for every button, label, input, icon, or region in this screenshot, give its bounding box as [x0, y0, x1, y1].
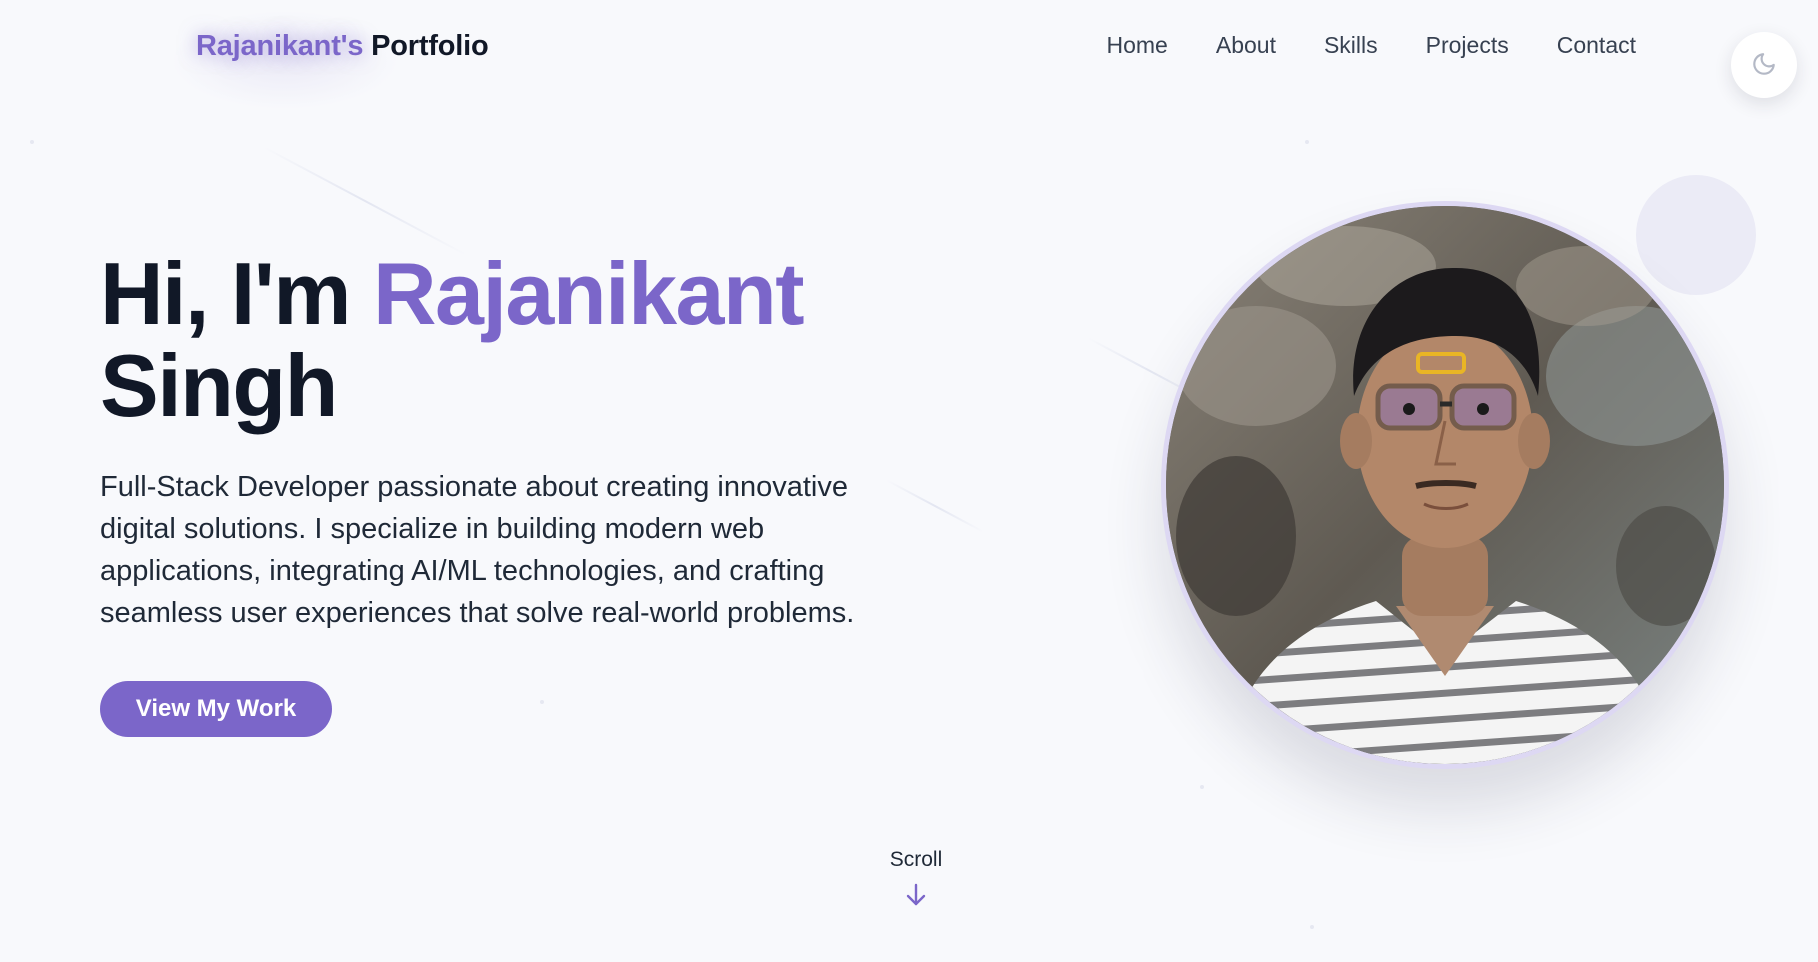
background-streak — [885, 479, 985, 533]
portfolio-page: Rajanikant's Portfolio Home About Skills… — [0, 0, 1818, 962]
hero-last-name: Singh — [100, 336, 338, 435]
background-dot — [30, 140, 34, 144]
background-dot — [1200, 785, 1204, 789]
hero-description: Full-Stack Developer passionate about cr… — [100, 471, 855, 629]
brand-highlight: Rajanikant's — [196, 30, 364, 62]
profile-photo-illustration — [1166, 206, 1724, 764]
profile-photo — [1161, 201, 1729, 769]
background-dot — [1305, 140, 1309, 144]
main-nav: Home About Skills Projects Contact — [1107, 32, 1637, 59]
arrow-down-icon — [904, 882, 928, 908]
background-dot — [540, 700, 544, 704]
nav-contact[interactable]: Contact — [1557, 32, 1636, 59]
scroll-indicator[interactable]: Scroll — [866, 848, 966, 908]
decorative-circle — [1636, 175, 1756, 295]
nav-projects[interactable]: Projects — [1426, 32, 1509, 59]
background-dot — [1310, 925, 1314, 929]
hero-first-name: Rajanikant — [372, 244, 805, 343]
brand-rest: Portfolio — [371, 30, 489, 62]
brand-logo[interactable]: Rajanikant's Portfolio — [196, 30, 489, 63]
moon-icon — [1751, 51, 1777, 80]
nav-about[interactable]: About — [1216, 32, 1276, 59]
nav-skills[interactable]: Skills — [1324, 32, 1378, 59]
theme-toggle-button[interactable] — [1731, 32, 1797, 98]
nav-home[interactable]: Home — [1107, 32, 1168, 59]
hero-greeting: Hi, I'm — [100, 244, 352, 343]
scroll-label: Scroll — [889, 848, 943, 871]
hero-title: Hi, I'm Rajanikant Singh — [100, 248, 805, 435]
background-streak — [262, 146, 468, 256]
view-my-work-button[interactable]: View My Work — [100, 681, 332, 737]
